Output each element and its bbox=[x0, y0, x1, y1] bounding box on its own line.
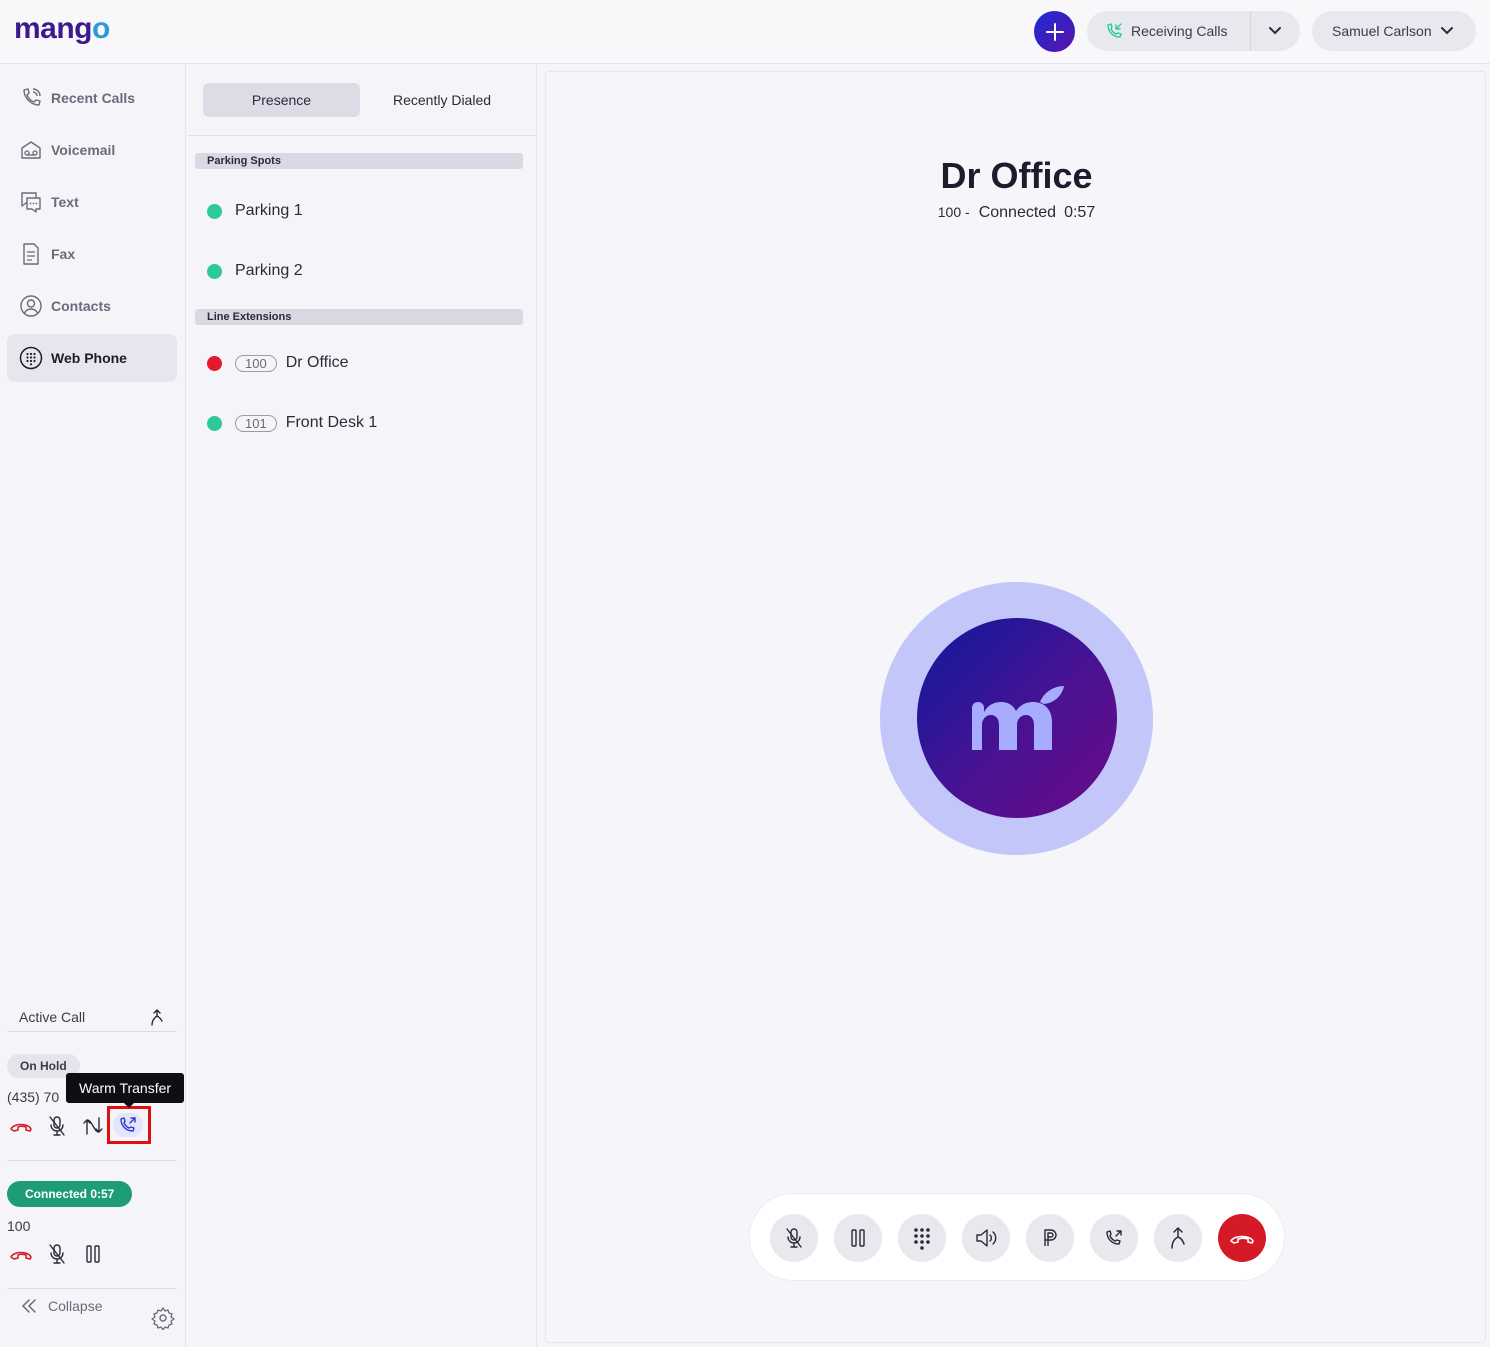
keypad-button[interactable] bbox=[898, 1214, 946, 1262]
new-action-button[interactable] bbox=[1034, 11, 1075, 52]
keypad-icon bbox=[914, 1228, 930, 1250]
mic-off-icon bbox=[786, 1228, 802, 1248]
fax-icon bbox=[18, 241, 44, 267]
hangup-icon bbox=[10, 1251, 32, 1260]
status-available-dot bbox=[207, 415, 222, 431]
speaker-button[interactable] bbox=[962, 1214, 1010, 1262]
sidebar-item-recent-calls[interactable]: Recent Calls bbox=[7, 74, 177, 122]
user-name: Samuel Carlson bbox=[1332, 23, 1432, 39]
presence-panel: Presence Recently Dialed Parking Spots P… bbox=[187, 64, 537, 1347]
on-hold-number: (435) 70 bbox=[7, 1089, 60, 1105]
connected-hold-button[interactable] bbox=[80, 1241, 106, 1267]
hangup-button[interactable] bbox=[1218, 1214, 1266, 1262]
call-controls bbox=[749, 1193, 1285, 1281]
mic-off-icon bbox=[49, 1116, 65, 1136]
on-hold-swap-button[interactable] bbox=[80, 1113, 106, 1139]
transfer-icon bbox=[1171, 1227, 1185, 1249]
hold-button[interactable] bbox=[834, 1214, 882, 1262]
connected-badge: Connected 0:57 bbox=[7, 1181, 133, 1207]
status-available-dot bbox=[207, 203, 222, 219]
caller-avatar bbox=[917, 618, 1117, 818]
pause-icon bbox=[86, 1245, 100, 1263]
hangup-icon bbox=[1230, 1235, 1254, 1244]
parking-spots-header: Parking Spots bbox=[195, 153, 523, 169]
contacts-icon bbox=[18, 293, 44, 319]
mango-monogram-icon bbox=[972, 686, 1064, 750]
sidebar-item-fax[interactable]: Fax bbox=[7, 230, 177, 278]
recent-calls-icon bbox=[18, 85, 44, 111]
status-available-dot bbox=[207, 263, 222, 279]
panel-tabs: Presence Recently Dialed bbox=[187, 64, 537, 136]
incoming-call-icon bbox=[1107, 23, 1122, 38]
park-icon bbox=[1044, 1229, 1057, 1246]
sidebar-item-web-phone[interactable]: Web Phone bbox=[7, 334, 177, 382]
sidebar-item-text[interactable]: Text bbox=[7, 178, 177, 226]
sidebar-item-contacts[interactable]: Contacts bbox=[7, 282, 177, 330]
sidebar-item-voicemail[interactable]: Voicemail bbox=[7, 126, 177, 174]
hangup-icon bbox=[10, 1123, 32, 1132]
caller-extension: 100 - bbox=[937, 204, 970, 220]
double-chevron-left-icon bbox=[21, 1299, 36, 1313]
chevron-down-icon bbox=[1269, 27, 1281, 35]
connected-number: 100 bbox=[7, 1218, 31, 1234]
connected-hangup-button[interactable] bbox=[8, 1241, 34, 1267]
on-hold-mute-button[interactable] bbox=[44, 1113, 70, 1139]
mic-off-icon bbox=[49, 1244, 65, 1264]
parking-item[interactable]: Parking 1 bbox=[207, 199, 303, 223]
gear-icon[interactable] bbox=[151, 1306, 175, 1330]
connected-mute-button[interactable] bbox=[44, 1241, 70, 1267]
line-extensions-header: Line Extensions bbox=[195, 309, 523, 325]
left-sidebar: Recent Calls Voicemail Text Fax Contacts bbox=[0, 64, 186, 1347]
receiving-calls-label: Receiving Calls bbox=[1131, 23, 1228, 39]
web-phone-icon bbox=[18, 345, 44, 371]
divider bbox=[7, 1160, 177, 1161]
active-call-header: Active Call bbox=[7, 1002, 177, 1032]
voicemail-icon bbox=[18, 137, 44, 163]
extension-badge: 100 bbox=[235, 354, 277, 372]
call-timer: 0:57 bbox=[1064, 204, 1096, 221]
warm-transfer-tooltip: Warm Transfer bbox=[66, 1073, 185, 1108]
chevron-down-icon bbox=[1440, 27, 1453, 35]
line-extension-item[interactable]: 100 Dr Office bbox=[207, 351, 349, 375]
tab-presence[interactable]: Presence bbox=[203, 83, 360, 117]
top-bar: mango Receiving Calls Samuel Carlson bbox=[0, 0, 1490, 64]
tab-recently-dialed[interactable]: Recently Dialed bbox=[363, 83, 521, 117]
warm-transfer-highlight bbox=[107, 1106, 151, 1144]
text-icon bbox=[18, 189, 44, 215]
call-screen: Dr Office 100 - Connected 0:57 bbox=[545, 71, 1486, 1343]
on-hold-hangup-button[interactable] bbox=[8, 1113, 34, 1139]
speaker-icon bbox=[976, 1229, 997, 1247]
user-menu-button[interactable]: Samuel Carlson bbox=[1312, 11, 1476, 51]
call-status: 100 - Connected 0:57 bbox=[546, 204, 1487, 222]
pause-icon bbox=[851, 1229, 865, 1247]
warm-transfer-icon bbox=[1106, 1230, 1122, 1245]
mute-button[interactable] bbox=[770, 1214, 818, 1262]
receiving-calls-button[interactable]: Receiving Calls bbox=[1087, 11, 1251, 51]
divider bbox=[7, 1288, 177, 1289]
mango-logo[interactable]: mango bbox=[14, 12, 110, 46]
caller-name: Dr Office bbox=[940, 155, 1093, 196]
park-button[interactable] bbox=[1026, 1214, 1074, 1262]
active-call-label: Active Call bbox=[19, 1008, 86, 1025]
swap-calls-icon bbox=[83, 1117, 103, 1135]
plus-icon bbox=[1045, 22, 1064, 41]
warm-transfer-control-button[interactable] bbox=[1090, 1214, 1138, 1262]
extension-badge: 101 bbox=[235, 414, 277, 432]
collapse-button[interactable]: Collapse bbox=[20, 1298, 102, 1314]
receiving-calls-control: Receiving Calls bbox=[1087, 11, 1300, 51]
transfer-icon[interactable] bbox=[149, 1008, 165, 1026]
status-busy-dot bbox=[207, 355, 222, 371]
call-state: Connected bbox=[978, 204, 1057, 221]
line-extension-item[interactable]: 101 Front Desk 1 bbox=[207, 411, 377, 435]
parking-item[interactable]: Parking 2 bbox=[207, 259, 303, 283]
transfer-button[interactable] bbox=[1154, 1214, 1202, 1262]
receiving-calls-dropdown[interactable] bbox=[1251, 11, 1299, 51]
